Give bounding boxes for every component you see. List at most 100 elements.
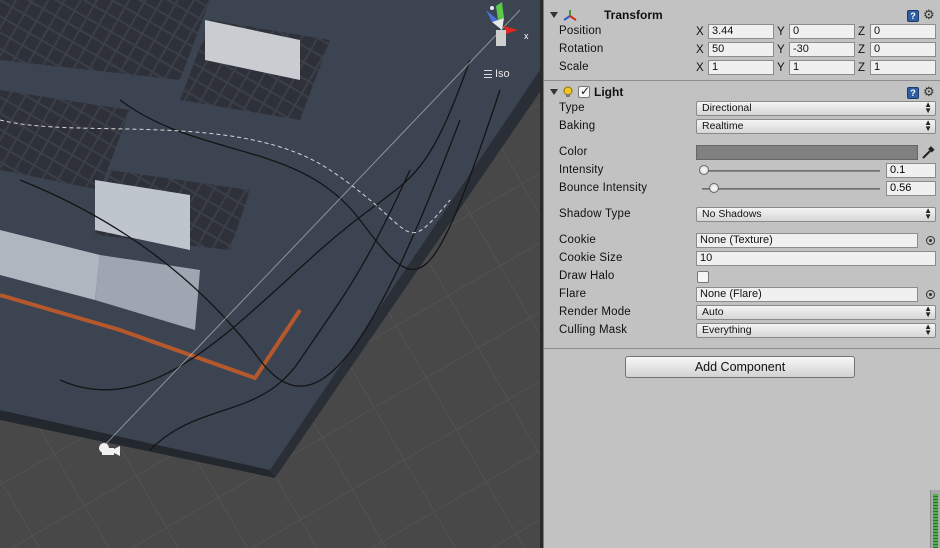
transform-icon xyxy=(563,10,577,21)
axis-z-label[interactable]: Z xyxy=(858,44,870,56)
inspector-scrollbar[interactable] xyxy=(930,490,940,548)
cookie-size-field[interactable]: 10 xyxy=(696,251,936,266)
dropdown-arrows-icon: ▲ ▼ xyxy=(924,304,932,319)
light-foldout-icon[interactable] xyxy=(550,89,558,95)
color-row: Color xyxy=(544,144,940,162)
scale-x-field[interactable]: 1 xyxy=(708,60,774,75)
scale-y-field[interactable]: 1 xyxy=(789,60,855,75)
rotation-row: Rotation X 50 Y -30 Z 0 xyxy=(544,41,940,59)
position-row: Position X 3.44 Y 0 Z 0 xyxy=(544,23,940,41)
render-mode-label: Render Mode xyxy=(559,306,631,318)
scale-label: Scale xyxy=(559,61,589,73)
dropdown-arrows-icon: ▲ ▼ xyxy=(924,206,932,221)
bounce-intensity-label: Bounce Intensity xyxy=(559,182,648,194)
culling-mask-dropdown[interactable]: Everything ▲ ▼ xyxy=(696,323,936,338)
shadow-type-label: Shadow Type xyxy=(559,208,631,220)
bounce-intensity-slider-track[interactable] xyxy=(702,188,880,190)
render-mode-dropdown[interactable]: Auto ▲ ▼ xyxy=(696,305,936,320)
light-enabled-checkbox[interactable] xyxy=(578,84,590,98)
component-divider xyxy=(544,80,940,81)
cookie-row: Cookie None (Texture) xyxy=(544,232,940,250)
position-z-field[interactable]: 0 xyxy=(870,24,936,39)
help-icon[interactable]: ? xyxy=(907,86,919,99)
audio-meter xyxy=(933,494,938,548)
cookie-field[interactable]: None (Texture) xyxy=(696,233,918,248)
intensity-row: Intensity 0.1 xyxy=(544,162,940,180)
axis-y-label[interactable]: Y xyxy=(777,26,789,38)
baking-dropdown[interactable]: Realtime ▲ ▼ xyxy=(696,119,936,134)
orientation-gizmo[interactable]: x xyxy=(472,0,536,60)
scale-row: Scale X 1 Y 1 Z 1 xyxy=(544,59,940,77)
dropdown-arrows-icon: ▲ ▼ xyxy=(924,322,932,337)
bounce-intensity-field[interactable]: 0.56 xyxy=(886,181,936,196)
position-y-field[interactable]: 0 xyxy=(789,24,855,39)
shadow-type-dropdown[interactable]: No Shadows ▲ ▼ xyxy=(696,207,936,222)
draw-halo-label: Draw Halo xyxy=(559,270,615,282)
projection-label: Iso xyxy=(495,68,510,80)
flare-field[interactable]: None (Flare) xyxy=(696,287,918,302)
axis-z-label[interactable]: Z xyxy=(858,62,870,74)
lightbulb-icon xyxy=(563,86,573,97)
axis-x-label[interactable]: X xyxy=(696,62,708,74)
component-divider xyxy=(544,348,940,349)
flare-row: Flare None (Flare) xyxy=(544,286,940,304)
color-swatch[interactable] xyxy=(696,145,918,160)
rotation-y-field[interactable]: -30 xyxy=(789,42,855,57)
gear-icon[interactable]: ⚙ xyxy=(923,85,936,99)
draw-halo-row: Draw Halo xyxy=(544,268,940,286)
bounce-intensity-row: Bounce Intensity 0.56 xyxy=(544,180,940,198)
baking-label: Baking xyxy=(559,120,596,132)
iso-icon xyxy=(484,70,492,78)
axis-y-label[interactable]: Y xyxy=(777,62,789,74)
add-component-button[interactable]: Add Component xyxy=(625,356,855,378)
baking-row: Baking Realtime ▲ ▼ xyxy=(544,118,940,136)
gear-icon[interactable]: ⚙ xyxy=(923,8,936,22)
bounce-intensity-slider-thumb[interactable] xyxy=(709,183,720,193)
cookie-size-row: Cookie Size 10 xyxy=(544,250,940,268)
flare-label: Flare xyxy=(559,288,587,300)
axis-x-label[interactable]: X xyxy=(696,26,708,38)
camera-icon[interactable] xyxy=(96,440,122,460)
projection-toggle[interactable]: Iso xyxy=(484,68,510,80)
type-label: Type xyxy=(559,102,585,114)
object-picker-icon[interactable] xyxy=(926,236,935,245)
inspector-panel: Transform ? ⚙ Position X 3.44 Y 0 Z 0 Ro… xyxy=(544,0,940,548)
intensity-slider-track[interactable] xyxy=(702,170,880,172)
scale-z-field[interactable]: 1 xyxy=(870,60,936,75)
axis-z-label[interactable]: Z xyxy=(858,26,870,38)
object-picker-icon[interactable] xyxy=(926,290,935,299)
intensity-label: Intensity xyxy=(559,164,604,176)
draw-halo-checkbox[interactable] xyxy=(697,271,709,283)
transform-title: Transform xyxy=(604,8,663,22)
transform-foldout-icon[interactable] xyxy=(550,12,558,18)
axis-x-label[interactable]: X xyxy=(696,44,708,56)
light-title: Light xyxy=(594,85,624,99)
culling-mask-row: Culling Mask Everything ▲ ▼ xyxy=(544,322,940,340)
dropdown-arrows-icon: ▲ ▼ xyxy=(924,100,932,115)
position-x-field[interactable]: 3.44 xyxy=(708,24,774,39)
axis-y-label[interactable]: Y xyxy=(777,44,789,56)
dropdown-arrows-icon: ▲ ▼ xyxy=(924,118,932,133)
gizmo-x-label: x xyxy=(524,31,529,41)
scene-view[interactable]: x Iso xyxy=(0,0,540,548)
scene-render[interactable] xyxy=(0,0,540,548)
cookie-label: Cookie xyxy=(559,234,596,246)
cookie-size-label: Cookie Size xyxy=(559,252,623,264)
intensity-slider-thumb[interactable] xyxy=(699,165,710,175)
render-mode-row: Render Mode Auto ▲ ▼ xyxy=(544,304,940,322)
help-icon[interactable]: ? xyxy=(907,9,919,22)
culling-mask-value: Everything xyxy=(702,324,752,336)
rotation-z-field[interactable]: 0 xyxy=(870,42,936,57)
type-value: Directional xyxy=(702,102,752,114)
light-header[interactable]: Light ? ⚙ xyxy=(544,84,940,100)
type-dropdown[interactable]: Directional ▲ ▼ xyxy=(696,101,936,116)
baking-value: Realtime xyxy=(702,120,744,132)
intensity-field[interactable]: 0.1 xyxy=(886,163,936,178)
eyedropper-icon[interactable] xyxy=(921,146,935,160)
rotation-x-field[interactable]: 50 xyxy=(708,42,774,57)
type-row: Type Directional ▲ ▼ xyxy=(544,100,940,118)
color-label: Color xyxy=(559,146,588,158)
transform-header[interactable]: Transform ? ⚙ xyxy=(544,7,940,23)
shadow-type-row: Shadow Type No Shadows ▲ ▼ xyxy=(544,206,940,224)
rotation-label: Rotation xyxy=(559,43,604,55)
